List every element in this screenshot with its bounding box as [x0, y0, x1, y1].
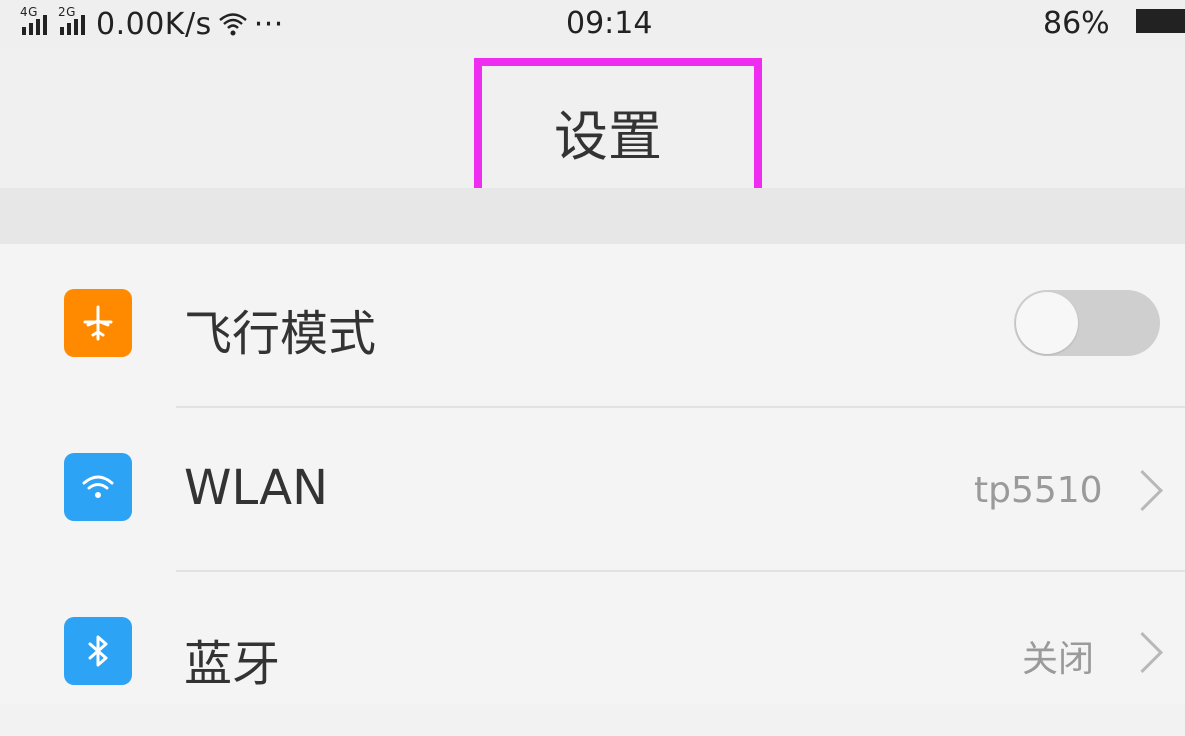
- wifi-icon: [218, 13, 247, 36]
- settings-row-wlan[interactable]: WLAN tp5510: [0, 408, 1185, 572]
- bluetooth-icon: [64, 617, 132, 685]
- status-left: 4G 2G 0.00K/s ···: [20, 4, 284, 44]
- signal-icon: 4G: [20, 6, 52, 39]
- battery-icon: [1136, 9, 1185, 33]
- status-time: 09:14: [566, 6, 653, 41]
- more-icon: ···: [253, 6, 284, 42]
- settings-row-airplane-mode[interactable]: 飞行模式: [0, 244, 1185, 408]
- chevron-right-icon: [1121, 469, 1164, 512]
- bluetooth-status: 关闭: [1022, 639, 1095, 680]
- airplane-mode-toggle[interactable]: [1014, 290, 1160, 356]
- settings-item-label: 蓝牙: [184, 636, 281, 692]
- network-speed: 0.00K/s: [96, 6, 212, 42]
- status-bar: 4G 2G 0.00K/s ··· 09:14 86%: [0, 0, 1185, 48]
- settings-item-label: 飞行模式: [184, 306, 377, 362]
- toggle-knob: [1016, 292, 1078, 354]
- section-spacer: [0, 188, 1185, 244]
- battery-percentage: 86%: [1043, 6, 1110, 41]
- settings-row-bluetooth[interactable]: 蓝牙 关闭: [0, 572, 1185, 736]
- signal-icon-secondary: 2G: [58, 6, 90, 39]
- settings-item-label: WLAN: [184, 460, 329, 516]
- airplane-icon: [64, 289, 132, 357]
- wifi-icon: [64, 453, 132, 521]
- wlan-network-name: tp5510: [974, 470, 1103, 511]
- chevron-right-icon: [1121, 631, 1164, 674]
